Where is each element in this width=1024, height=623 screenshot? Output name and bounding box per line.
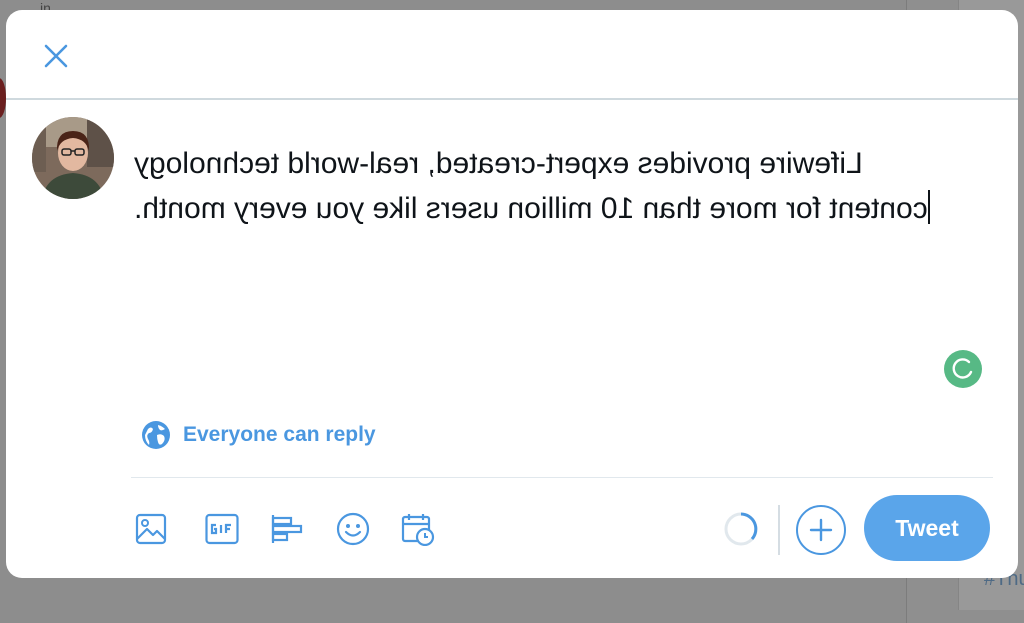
avatar[interactable] (32, 117, 114, 199)
header-divider (6, 98, 1018, 100)
gif-button[interactable] (202, 509, 242, 549)
tweet-text-line-2: content for more than 10 million users l… (134, 186, 984, 231)
avatar-photo (32, 117, 114, 199)
close-icon (44, 44, 68, 68)
schedule-button[interactable] (398, 509, 438, 549)
toolbar-separator (778, 505, 780, 555)
reply-setting-label: Everyone can reply (183, 423, 376, 446)
reply-setting-button[interactable]: Everyone can reply (141, 420, 376, 450)
gif-icon (205, 513, 239, 545)
grammarly-icon (952, 358, 973, 379)
tweet-button[interactable]: Tweet (864, 495, 990, 561)
grammarly-badge[interactable] (944, 350, 982, 388)
poll-button[interactable] (267, 509, 307, 549)
poll-icon (271, 515, 303, 543)
emoji-button[interactable] (333, 509, 373, 549)
character-count-ring (724, 512, 758, 546)
emoji-icon (336, 512, 370, 546)
plus-icon (809, 518, 833, 542)
text-caret (927, 190, 930, 224)
compose-tweet-modal: Lifewire provides expert-created, real-w… (6, 10, 1018, 578)
media-button[interactable] (131, 509, 171, 549)
schedule-icon (401, 514, 435, 546)
compose-toolbar: Tweet (131, 495, 993, 565)
modal-header (6, 10, 1018, 98)
globe-icon (142, 421, 170, 449)
image-icon (135, 513, 167, 545)
tweet-text-line-2-content: content for more than 10 million users l… (134, 192, 928, 225)
tweet-text-line-1: Lifewire provides expert-created, real-w… (134, 147, 863, 180)
close-button[interactable] (36, 36, 76, 76)
add-tweet-button[interactable] (796, 505, 846, 555)
tweet-text-area[interactable]: Lifewire provides expert-created, real-w… (134, 141, 984, 231)
reply-divider (131, 477, 993, 478)
